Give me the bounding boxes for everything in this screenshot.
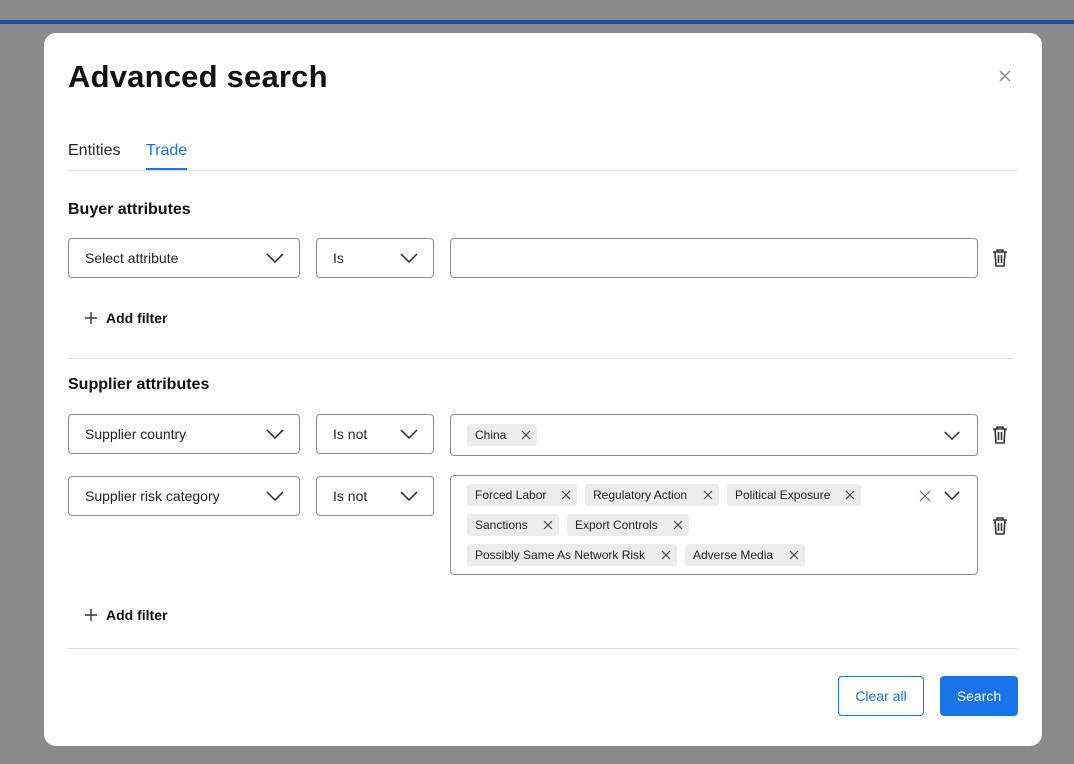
close-button[interactable] xyxy=(994,65,1016,87)
buyer-operator-value: Is xyxy=(333,250,344,266)
supplier-country-operator-value: Is not xyxy=(333,426,368,442)
chevron-down-icon xyxy=(400,491,418,502)
buyer-add-filter-label: Add filter xyxy=(106,310,168,326)
chevron-down-icon[interactable] xyxy=(943,430,961,441)
delete-supplier-country-filter-button[interactable] xyxy=(991,425,1009,445)
supplier-risk-attribute-select[interactable]: Supplier risk category xyxy=(68,476,300,516)
close-icon[interactable] xyxy=(661,550,671,560)
supplier-country-attribute-select[interactable]: Supplier country xyxy=(68,414,300,454)
footer-divider xyxy=(68,648,1018,649)
supplier-risk-operator-value: Is not xyxy=(333,488,368,504)
chevron-down-icon xyxy=(266,429,284,440)
buyer-operator-select[interactable]: Is xyxy=(316,238,434,278)
clear-all-button[interactable]: Clear all xyxy=(838,676,924,716)
buyer-attribute-select[interactable]: Select attribute xyxy=(68,238,300,278)
close-icon[interactable] xyxy=(561,490,571,500)
close-icon[interactable] xyxy=(673,520,683,530)
chip-label: Adverse Media xyxy=(693,548,774,562)
trash-icon xyxy=(993,249,1007,267)
supplier-country-multiselect[interactable]: China xyxy=(450,414,978,456)
clear-all-chips-icon[interactable] xyxy=(919,490,931,502)
close-icon xyxy=(999,70,1011,82)
plus-icon xyxy=(85,609,97,621)
advanced-search-dialog: Advanced search Entities Trade Buyer att… xyxy=(44,33,1042,746)
chip-label: China xyxy=(475,428,507,442)
delete-buyer-filter-button[interactable] xyxy=(991,248,1009,268)
supplier-country-operator-select[interactable]: Is not xyxy=(316,414,434,454)
tab-bar: Entities Trade xyxy=(68,140,1018,171)
chevron-down-icon xyxy=(400,253,418,264)
chip-label: Possibly Same As Network Risk xyxy=(475,548,646,562)
chip-label: Forced Labor xyxy=(475,488,547,502)
chip-export-controls: Export Controls xyxy=(567,514,689,536)
chevron-down-icon[interactable] xyxy=(943,490,961,501)
dialog-title: Advanced search xyxy=(68,59,328,94)
chip-label: Political Exposure xyxy=(735,488,831,502)
tab-entities-label: Entities xyxy=(68,142,121,159)
chip-forced-labor: Forced Labor xyxy=(467,484,577,506)
close-icon[interactable] xyxy=(543,520,553,530)
close-icon[interactable] xyxy=(845,490,855,500)
chevron-down-icon xyxy=(400,429,418,440)
plus-icon xyxy=(85,312,97,324)
delete-supplier-risk-filter-button[interactable] xyxy=(991,516,1009,536)
trash-icon xyxy=(993,517,1007,535)
chip-regulatory-action: Regulatory Action xyxy=(585,484,719,506)
trash-icon xyxy=(993,426,1007,444)
supplier-attributes-heading: Supplier attributes xyxy=(68,376,210,393)
close-icon[interactable] xyxy=(703,490,713,500)
close-icon[interactable] xyxy=(789,550,799,560)
search-button[interactable]: Search xyxy=(940,676,1018,716)
buyer-value-input[interactable] xyxy=(450,238,978,278)
chevron-down-icon xyxy=(266,253,284,264)
chip-china: China xyxy=(467,424,537,446)
chip-label: Export Controls xyxy=(575,518,658,532)
supplier-country-attribute-value: Supplier country xyxy=(85,426,187,442)
page-header-bar xyxy=(0,20,1074,24)
tab-trade-label: Trade xyxy=(146,142,188,159)
chip-adverse-media: Adverse Media xyxy=(685,544,805,566)
supplier-add-filter-label: Add filter xyxy=(106,607,168,623)
chip-label: Regulatory Action xyxy=(593,488,688,502)
tab-trade[interactable]: Trade xyxy=(146,142,188,170)
supplier-risk-multiselect[interactable]: Forced Labor Regulatory Action Political… xyxy=(450,475,978,575)
supplier-risk-operator-select[interactable]: Is not xyxy=(316,476,434,516)
chip-possibly-same-as-network-risk: Possibly Same As Network Risk xyxy=(467,544,677,566)
chip-label: Sanctions xyxy=(475,518,528,532)
chevron-down-icon xyxy=(266,491,284,502)
buyer-attribute-select-value: Select attribute xyxy=(85,250,179,266)
buyer-attributes-heading: Buyer attributes xyxy=(68,201,191,218)
close-icon[interactable] xyxy=(521,430,531,440)
tab-entities[interactable]: Entities xyxy=(68,142,120,160)
chip-political-exposure: Political Exposure xyxy=(727,484,861,506)
section-divider xyxy=(68,358,1014,359)
chip-sanctions: Sanctions xyxy=(467,514,559,536)
active-tab-indicator xyxy=(146,168,188,170)
supplier-risk-attribute-value: Supplier risk category xyxy=(85,488,220,504)
